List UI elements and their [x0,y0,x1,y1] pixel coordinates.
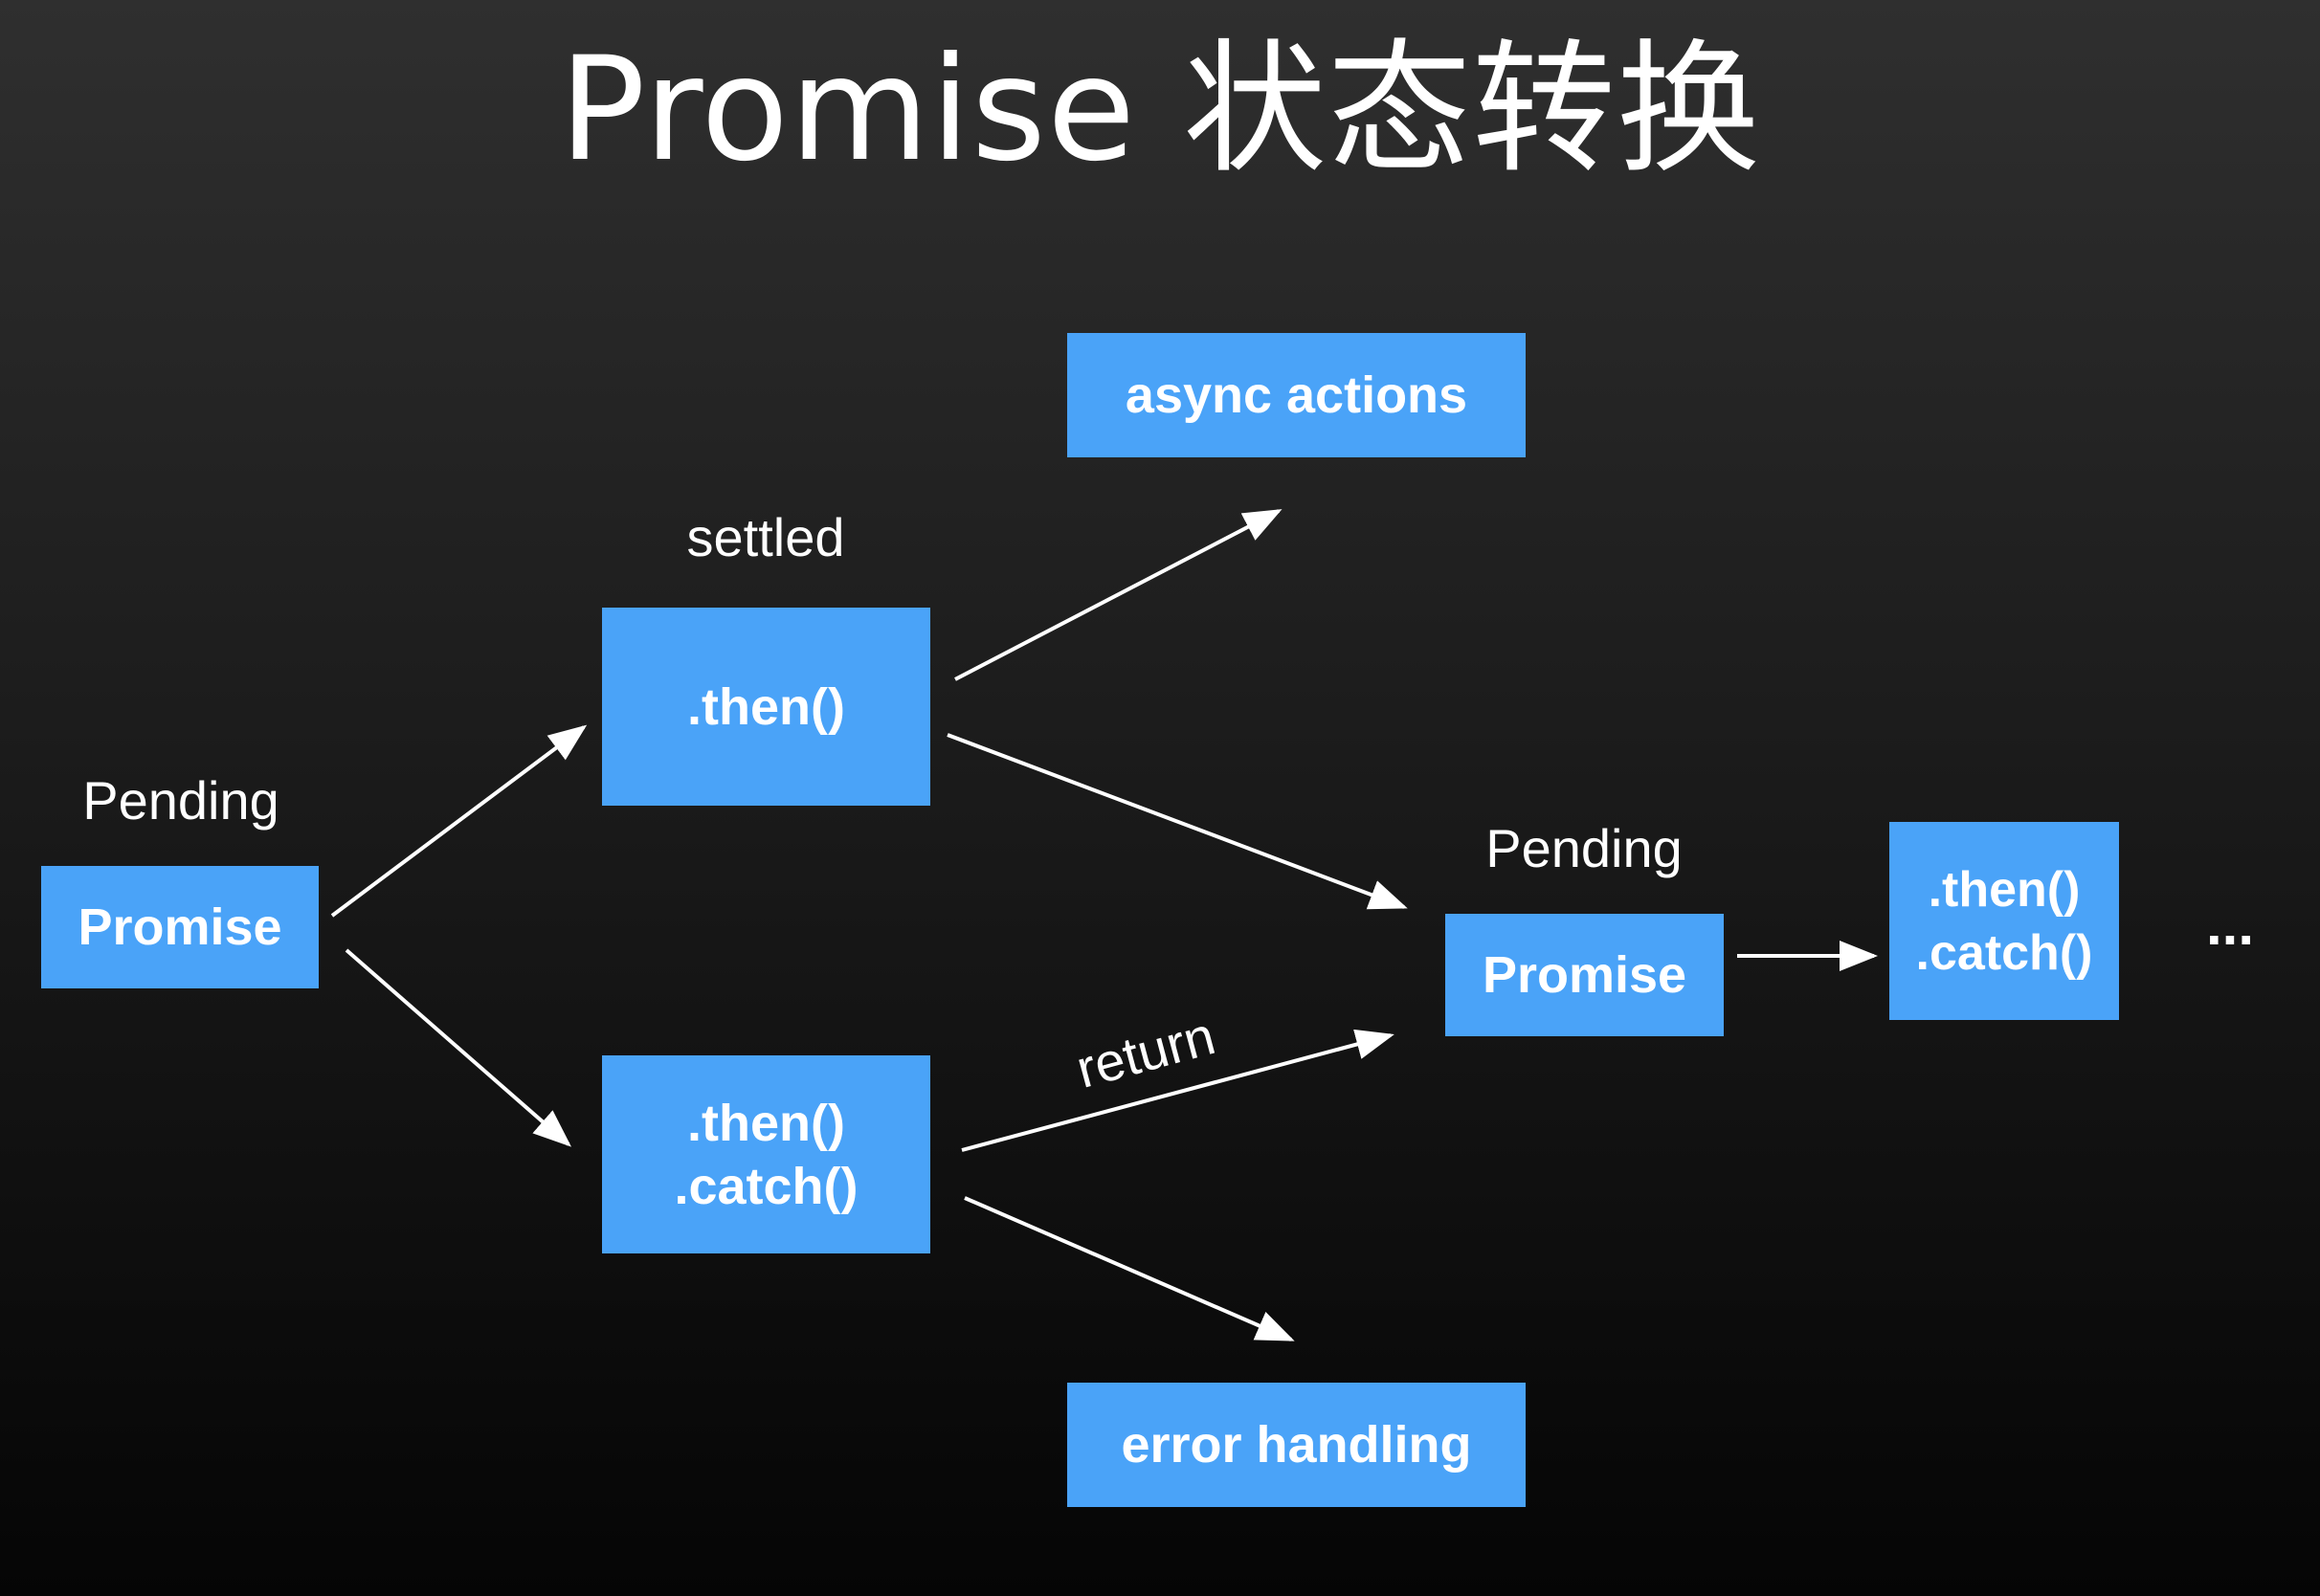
arrow-layer [330,509,1878,1341]
arrow-then-catch-to-promise-next [961,1029,1394,1152]
arrow-then-to-async [954,509,1283,681]
arrow-then-to-promise-next [947,733,1408,910]
arrow-start-to-then [330,724,588,918]
diagram-canvas: Promise 状态转换 Pending settled Pending Pro… [0,0,2320,1596]
arrow-start-to-then-catch [345,948,572,1147]
arrow-then-catch-to-error [964,1196,1295,1341]
